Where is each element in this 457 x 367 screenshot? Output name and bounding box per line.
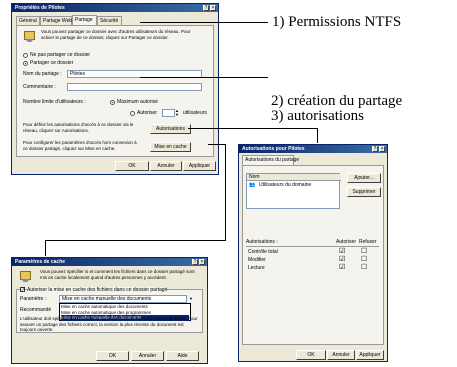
radio-no-share-label: Ne pas partager ce dossier: [30, 52, 91, 58]
name-column-header: Nom: [247, 174, 341, 181]
close-button[interactable]: ×: [210, 5, 216, 11]
cache-group: ✓ Autoriser la mise en cache des fichier…: [16, 287, 203, 333]
tab-general[interactable]: Général: [16, 16, 40, 25]
perms-close-button[interactable]: ×: [379, 146, 385, 152]
cache-ok-button[interactable]: OK: [96, 351, 129, 361]
connector-line-1: [140, 22, 268, 23]
cache-intro: Vous pouvez spécifier si et comment les …: [40, 269, 195, 280]
perms-panel: Nom 👥 Utilisateurs du domaine Ajouter...…: [242, 165, 384, 345]
cache-close-button[interactable]: ×: [199, 259, 205, 265]
apply-button[interactable]: Appliquer: [183, 161, 216, 171]
tab-share-permissions[interactable]: Autorisations du partage: [242, 155, 299, 165]
perm-row-label: Contrôle total: [248, 249, 278, 255]
perm-deny-checkbox[interactable]: ☐: [361, 256, 367, 263]
connector-line-4b: [45, 240, 226, 241]
allow-caching-label: Autoriser la mise en cache des fichiers …: [27, 287, 168, 293]
connector-line-2: [140, 77, 268, 78]
cache-help-button[interactable]: ?: [192, 259, 198, 265]
header-divider: [246, 246, 379, 247]
cache-setting-select[interactable]: Mise en cache manuelle des documents: [59, 295, 187, 303]
ok-button[interactable]: OK: [115, 161, 149, 171]
caching-text: Pour configurer les paramètres d'accès h…: [23, 140, 137, 151]
users-suffix-label: utilisateurs: [183, 110, 207, 116]
cache-setting-value: Mise en cache manuelle des documents: [62, 296, 152, 302]
connector-line-4d: [45, 240, 46, 256]
connector-line-4v: [225, 144, 226, 240]
cancel-button[interactable]: Annuler: [150, 161, 182, 171]
tab-security[interactable]: Sécurité: [97, 16, 122, 25]
cache-note: L'utilisateur doit spécifier les documen…: [20, 316, 198, 332]
group-item[interactable]: Utilisateurs du domaine: [259, 182, 311, 188]
cache-titlebar: Paramètres de cache: [12, 258, 207, 266]
add-button[interactable]: Ajouter...: [347, 173, 381, 183]
perms-apply-button[interactable]: Appliquer: [356, 350, 384, 360]
comment-field[interactable]: [67, 83, 202, 91]
perm-allow-checkbox[interactable]: ☑: [339, 248, 345, 255]
tab-web-sharing[interactable]: Partage Web: [40, 16, 72, 25]
tab-sharing[interactable]: Partage: [72, 15, 97, 25]
properties-title: Propriétés de Pilotes: [15, 5, 65, 11]
radio-share[interactable]: [23, 61, 28, 66]
chevron-down-icon[interactable]: ▼: [189, 296, 193, 302]
permissions-table: Contrôle total ☑ ☐ Modifier ☑ ☐ Lecture …: [246, 248, 380, 286]
perms-cancel-button[interactable]: Annuler: [327, 350, 355, 360]
radio-max-allowed[interactable]: [110, 100, 115, 105]
cache-settings-window: Paramètres de cache ? × Vous pouvez spéc…: [11, 257, 208, 364]
radio-allow-n[interactable]: [130, 111, 135, 116]
user-count-field[interactable]: [162, 109, 175, 117]
cache-title: Paramètres de cache: [15, 259, 66, 265]
caching-button[interactable]: Mise en cache: [150, 142, 191, 152]
comment-label: Commentaire :: [23, 84, 56, 90]
perm-allow-checkbox[interactable]: ☑: [339, 264, 345, 271]
radio-share-label: Partager ce dossier: [30, 60, 74, 66]
perm-deny-checkbox[interactable]: ☐: [361, 264, 367, 271]
connector-line-3h: [188, 128, 318, 129]
cache-help-text-button[interactable]: Aide: [166, 351, 199, 361]
permissions-button[interactable]: Autorisations: [150, 124, 191, 134]
radio-max-allowed-label: Maximum autorisé: [117, 99, 158, 105]
perms-title: Autorisations pour Pilotes: [242, 146, 305, 152]
properties-titlebar: Propriétés de Pilotes: [12, 4, 218, 12]
permissions-header: Autorisations :: [246, 239, 278, 245]
annotation-ntfs: 1) Permissions NTFS: [272, 14, 402, 30]
cache-cancel-button[interactable]: Annuler: [131, 351, 164, 361]
perm-row-label: Lecture: [248, 265, 265, 271]
perm-deny-checkbox[interactable]: ☐: [361, 248, 367, 255]
cache-folder-icon: [20, 271, 31, 282]
sharing-intro: Vous pouvez partager ce dossier avec d'a…: [41, 29, 191, 40]
user-limit-label: Nombre limite d'utilisateurs :: [23, 99, 86, 105]
perm-row-label: Modifier: [248, 257, 266, 263]
radio-allow-n-label: Autoriser: [137, 110, 158, 116]
remove-button[interactable]: Supprimer: [347, 187, 381, 197]
connector-line-4h: [208, 144, 225, 145]
properties-window: Propriétés de Pilotes ? × Général Partag…: [11, 3, 219, 175]
perm-allow-checkbox[interactable]: ☑: [339, 256, 345, 263]
share-name-label: Nom du partage :: [23, 71, 62, 77]
perms-ok-button[interactable]: OK: [296, 350, 326, 360]
help-button[interactable]: ?: [203, 5, 209, 11]
radio-no-share[interactable]: [23, 53, 28, 58]
params-label: Paramètre :: [20, 296, 47, 302]
annotation-permissions: 3) autorisations: [271, 108, 364, 124]
shared-folder-icon: [24, 31, 35, 42]
perms-titlebar: Autorisations pour Pilotes: [239, 145, 387, 153]
users-group-icon: 👥: [249, 182, 256, 188]
permissions-window: Autorisations pour Pilotes ? × Autorisat…: [238, 144, 388, 362]
allow-caching-checkbox[interactable]: ✓: [20, 287, 25, 293]
connector-line-3v: [317, 128, 318, 143]
allow-header: Autoriser: [336, 239, 357, 245]
deny-header: Refuser: [359, 239, 377, 245]
spin-down-icon[interactable]: ▼: [175, 112, 179, 118]
recommend-label: Recommandé: [20, 307, 52, 313]
perms-help-button[interactable]: ?: [372, 146, 378, 152]
group-list[interactable]: Nom 👥 Utilisateurs du domaine: [246, 173, 341, 209]
sharing-panel: Vous pouvez partager ce dossier avec d'a…: [16, 25, 214, 157]
permissions-text: Pour définir les autorisations d'accès à…: [23, 122, 134, 133]
